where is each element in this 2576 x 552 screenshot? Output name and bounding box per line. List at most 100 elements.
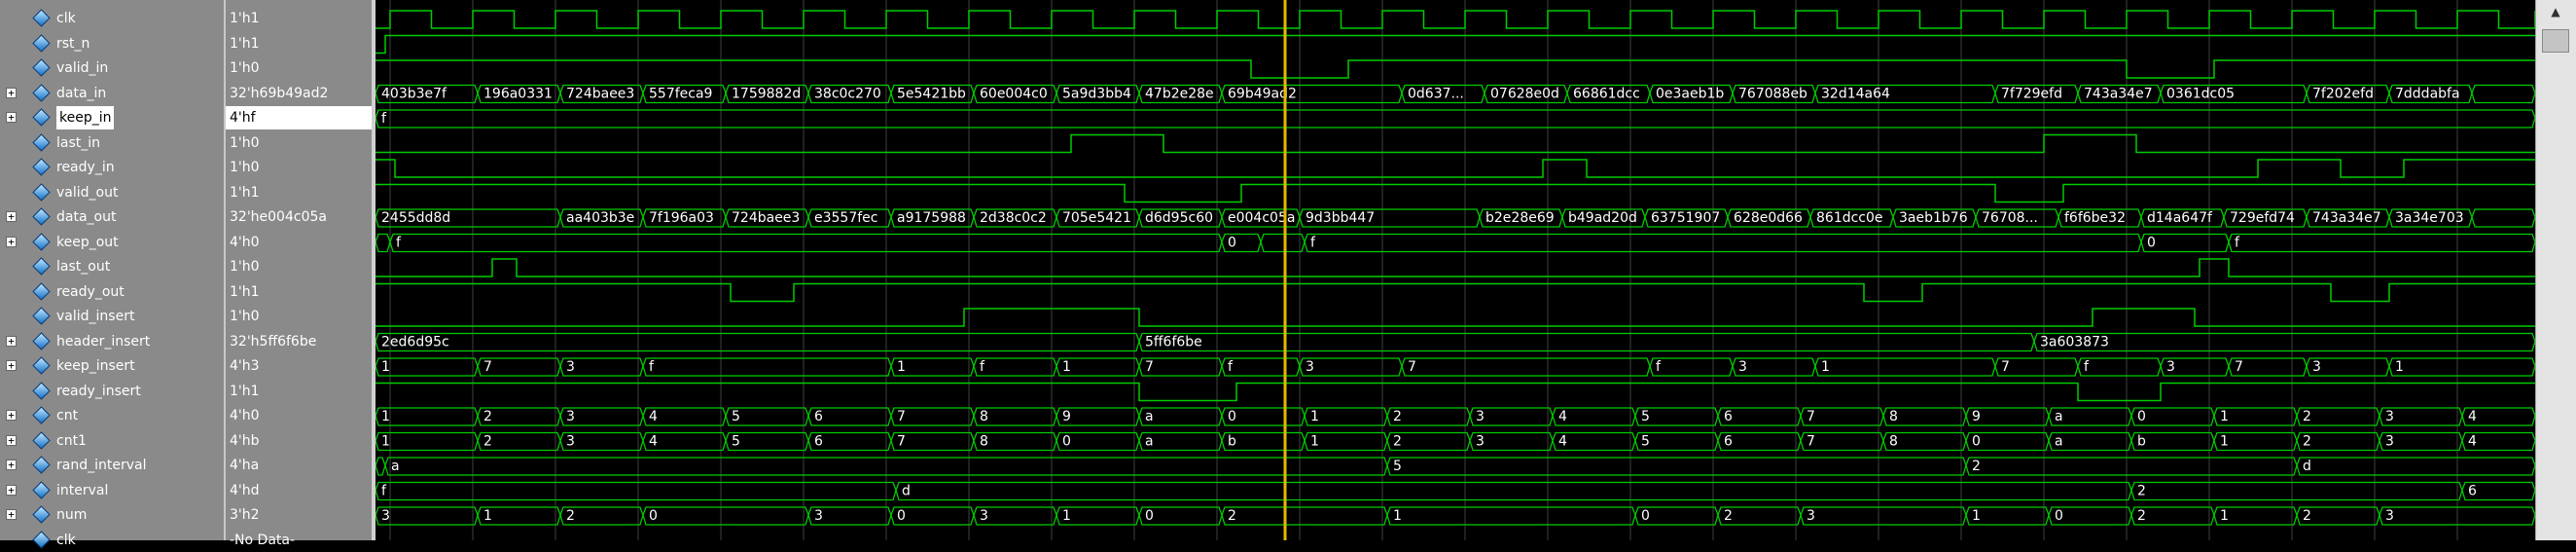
signal-name: valid_insert	[56, 309, 135, 324]
signal-value-text: 1'h0	[230, 259, 260, 275]
signal-name: valid_out	[56, 184, 119, 201]
signal-name: ready_out	[56, 283, 125, 300]
expand-icon[interactable]: +	[6, 460, 17, 470]
bus-value-label: 2455dd8d	[381, 210, 450, 226]
bus-value-label: 7	[2235, 359, 2243, 375]
bus-value-label: 5	[1641, 409, 1650, 424]
bus-value-label: 861dcc0e	[1816, 210, 1883, 226]
bus-value-label: 7	[897, 434, 906, 450]
bus-value-label: 63751907	[1651, 210, 1720, 226]
bus-segment	[375, 481, 897, 501]
signal-value-text: 32'h5ff6f6be	[230, 333, 317, 350]
waveform-canvas[interactable]: 403b3e7f 196a0331 724baee3 557feca9 1759882d…	[375, 0, 2536, 540]
bus-value-label: 1	[2395, 359, 2404, 375]
bus-value-label: 0d637...	[1408, 87, 1464, 102]
bus-value-label: f	[2235, 236, 2240, 251]
bus-value-label: 4	[1558, 409, 1567, 424]
bus-value-label: 5ff6f6be	[1145, 335, 1202, 350]
signal-name: rst_n	[56, 35, 90, 52]
signal-diamond-icon	[32, 406, 51, 424]
signal-row-last-out[interactable]: last_out	[0, 255, 224, 278]
bus-value-label: 3	[2312, 359, 2321, 375]
signal-row-valid-in[interactable]: valid_in	[0, 56, 224, 80]
signal-row-valid-out[interactable]: valid_out	[0, 181, 224, 204]
signal-name: data_out	[56, 209, 117, 225]
bus-segment	[389, 233, 1223, 253]
bus-value-label: 743a34e7	[2084, 87, 2153, 102]
signal-row-cnt[interactable]: + cnt	[0, 404, 224, 427]
signal-diamond-icon	[32, 356, 51, 375]
bus-value-label: 0e3aeb1b	[1656, 87, 1724, 102]
scroll-up-icon[interactable]: ▲	[2546, 4, 2565, 19]
signal-diamond-icon	[32, 108, 51, 127]
bus-value-label: 557feca9	[649, 87, 712, 102]
bus-value-label: 8	[1889, 409, 1898, 424]
expand-icon[interactable]: +	[6, 360, 17, 371]
bus-segment	[973, 357, 1057, 377]
signal-row-rand-interval[interactable]: + rand_interval	[0, 454, 224, 477]
bit-wave	[376, 159, 2535, 178]
expand-icon[interactable]: +	[6, 87, 17, 98]
bus-value-label: 2	[1724, 508, 1733, 524]
signal-row-header-insert[interactable]: + header_insert	[0, 330, 224, 353]
bus-value-label: f	[649, 359, 655, 375]
signal-row-interval[interactable]: + interval	[0, 479, 224, 502]
signal-row-valid-insert[interactable]: valid_insert	[0, 305, 224, 328]
signal-value: 3'h2	[226, 503, 372, 527]
bit-wave	[376, 382, 2535, 402]
bit-wave	[376, 258, 2535, 277]
bus-value-label: a	[1145, 409, 1154, 424]
expand-icon[interactable]: +	[6, 484, 17, 496]
signal-row-keep-in[interactable]: + keep_in	[0, 106, 224, 129]
scrollbar-thumb[interactable]	[2542, 29, 2569, 53]
bus-segment	[2471, 208, 2536, 228]
expand-icon[interactable]: +	[6, 236, 17, 247]
signal-diamond-icon	[32, 83, 51, 102]
bus-value-label: a	[391, 459, 400, 474]
signal-value: 1'h0	[226, 131, 372, 155]
signal-row-keep-out[interactable]: + keep_out	[0, 231, 224, 254]
signal-row-clk[interactable]: clk	[0, 7, 224, 30]
expand-icon[interactable]: +	[6, 211, 17, 222]
signal-row-rst-n[interactable]: rst_n	[0, 32, 224, 55]
waveform-area[interactable]: 403b3e7f 196a0331 724baee3 557feca9 1759882d…	[375, 0, 2536, 540]
vertical-scrollbar[interactable]: ▲	[2535, 0, 2576, 540]
bus-value-label: 724baee3	[566, 87, 634, 102]
expand-icon[interactable]: +	[6, 509, 17, 520]
signal-row-ready-in[interactable]: ready_in	[0, 156, 224, 179]
signal-row-ready-insert[interactable]: ready_insert	[0, 380, 224, 403]
expand-icon[interactable]: +	[6, 335, 17, 347]
signal-row-num[interactable]: + num	[0, 503, 224, 527]
signal-row-last-in[interactable]: last_in	[0, 131, 224, 155]
bus-segment	[2033, 332, 2536, 352]
bit-wave	[376, 282, 2535, 303]
signal-row-data-in[interactable]: + data_in	[0, 82, 224, 105]
expand-icon[interactable]: +	[6, 112, 17, 123]
bus-segment	[375, 407, 479, 426]
signal-row-cnt1[interactable]: + cnt1	[0, 429, 224, 453]
bus-value-label: 0	[649, 508, 658, 524]
bus-value-label: 8	[980, 434, 988, 450]
bus-value-label: f	[396, 236, 402, 251]
bus-value-label: 0	[1641, 508, 1650, 524]
bus-value-label: 3a34e703	[2395, 210, 2464, 226]
signal-row-ready-out[interactable]: ready_out	[0, 280, 224, 304]
bus-value-label: 5a9d3bb4	[1062, 87, 1131, 102]
signal-row-data-out[interactable]: + data_out	[0, 205, 224, 229]
bus-segment	[2077, 357, 2162, 377]
bus-value-label: 0	[1228, 236, 1236, 251]
bus-segment	[1965, 457, 2298, 476]
bus-segment	[2388, 357, 2536, 377]
expand-icon[interactable]: +	[6, 410, 17, 421]
bus-value-label: 8	[980, 409, 988, 424]
signal-value: 4'hb	[226, 429, 372, 453]
bus-value-label: f	[980, 359, 985, 375]
bus-value-label: 7	[1807, 434, 1815, 450]
expand-icon[interactable]: +	[6, 434, 17, 446]
signal-value: 4'hd	[226, 479, 372, 502]
signal-row-keep-insert[interactable]: + keep_insert	[0, 354, 224, 378]
bus-value-label: 76708...	[1982, 210, 2038, 226]
bus-value-label: 0	[2055, 508, 2063, 524]
bus-value-label: 7	[2001, 359, 2010, 375]
signal-diamond-icon	[32, 307, 51, 325]
